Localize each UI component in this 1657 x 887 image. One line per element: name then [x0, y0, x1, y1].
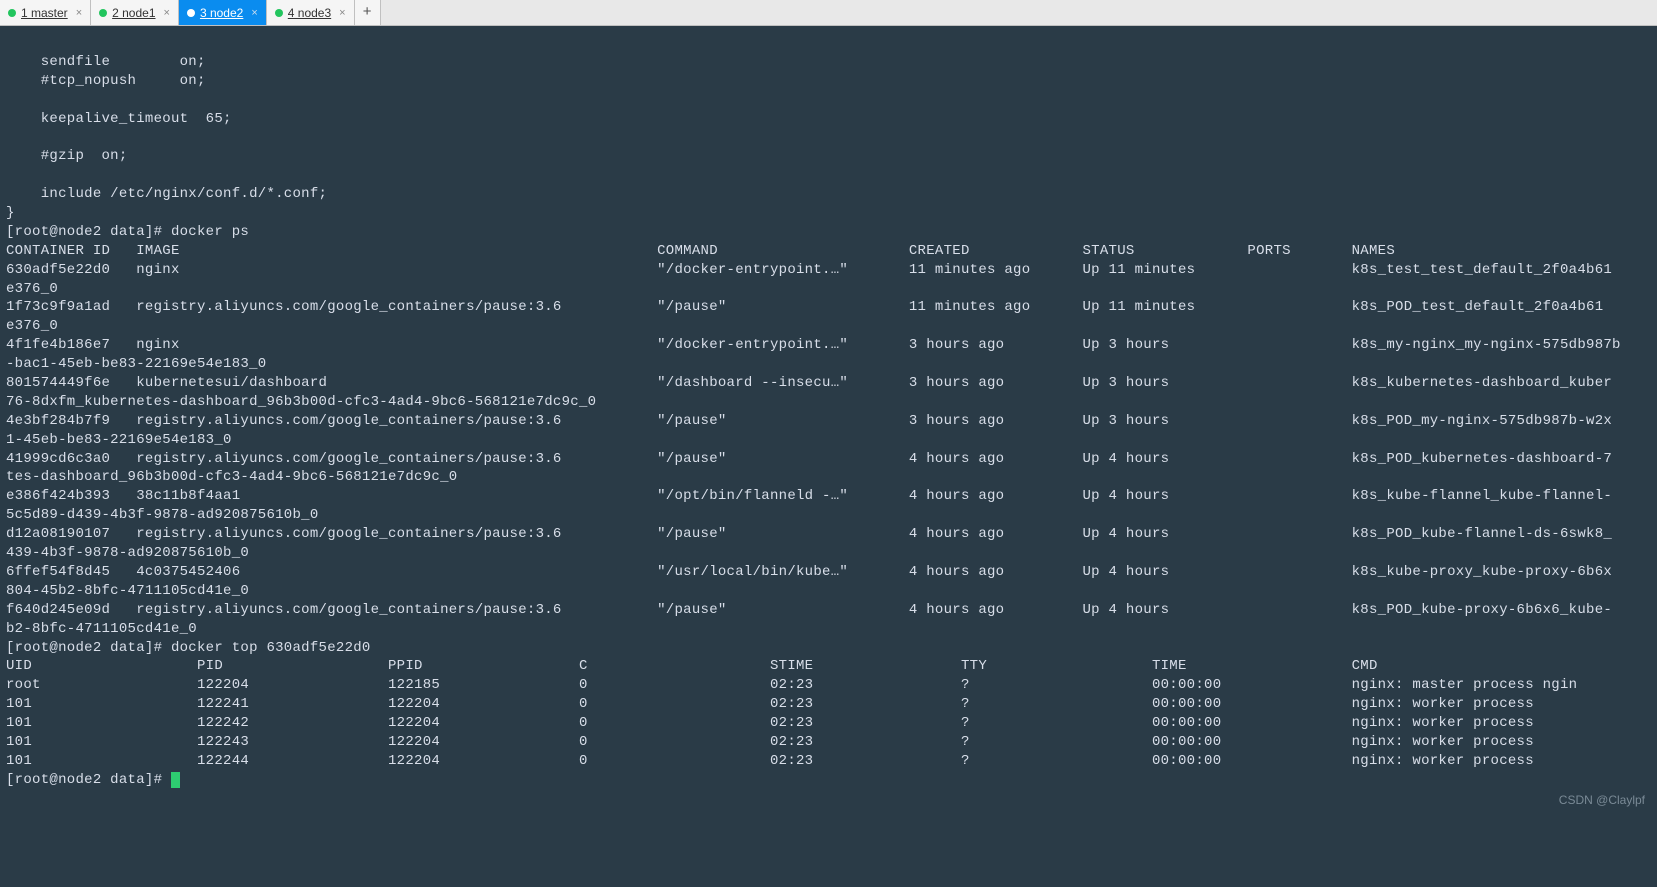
tab-label: 3 node2: [200, 6, 243, 20]
watermark: CSDN @Claylpf: [1559, 793, 1645, 807]
status-dot-icon: [8, 9, 16, 17]
tab-bar: 1 master × 2 node1 × 3 node2 × 4 node3 ×…: [0, 0, 1657, 26]
status-dot-icon: [187, 9, 195, 17]
close-icon[interactable]: ×: [251, 7, 257, 19]
add-tab-button[interactable]: +: [355, 0, 381, 25]
close-icon[interactable]: ×: [339, 7, 345, 19]
tab-label: 2 node1: [112, 6, 155, 20]
close-icon[interactable]: ×: [76, 7, 82, 19]
cursor: [171, 772, 180, 788]
tab-master[interactable]: 1 master ×: [0, 0, 91, 25]
tab-node2[interactable]: 3 node2 ×: [179, 0, 267, 25]
tab-label: 4 node3: [288, 6, 331, 20]
status-dot-icon: [275, 9, 283, 17]
tab-label: 1 master: [21, 6, 68, 20]
terminal-output[interactable]: sendfile on; #tcp_nopush on; keepalive_t…: [0, 26, 1657, 798]
tab-node1[interactable]: 2 node1 ×: [91, 0, 179, 25]
close-icon[interactable]: ×: [164, 7, 170, 19]
status-dot-icon: [99, 9, 107, 17]
tab-node3[interactable]: 4 node3 ×: [267, 0, 355, 25]
